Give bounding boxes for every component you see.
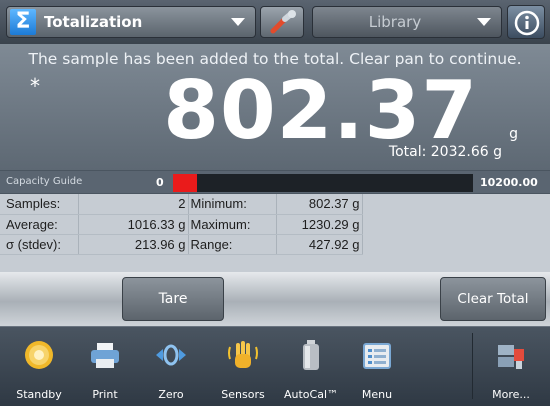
nav-label: Standby	[16, 388, 62, 401]
chevron-down-icon	[231, 18, 245, 26]
menu-icon	[363, 343, 391, 369]
nav-more-button[interactable]: More...	[478, 327, 544, 406]
table-row: Samples: 2 Minimum: 802.37 g	[0, 194, 363, 215]
nav-label: Menu	[361, 388, 393, 401]
standby-icon	[25, 341, 53, 369]
nav-menu-button[interactable]: Menu	[344, 327, 410, 406]
library-selector[interactable]: Library	[312, 6, 502, 38]
nav-label: Zero	[158, 388, 184, 401]
stat-label: Average:	[0, 214, 79, 235]
nav-label: More...	[492, 388, 530, 401]
library-label: Library	[368, 13, 422, 31]
info-button[interactable]	[507, 5, 545, 39]
application-selector[interactable]: Σ Totalization	[6, 6, 256, 38]
printer-icon	[91, 343, 119, 368]
capacity-guide: Capacity Guide 0 10200.00	[0, 170, 550, 194]
stat-value: 802.37 g	[276, 194, 363, 215]
nav-zero-button[interactable]: Zero	[138, 327, 204, 406]
table-row: σ (stdev): 213.96 g Range: 427.92 g	[0, 234, 363, 255]
top-bar: Σ Totalization Library	[0, 0, 550, 44]
nav-label: AutoCal™	[283, 388, 339, 401]
capacity-bar-fill	[173, 174, 197, 192]
weight-icon	[303, 340, 319, 370]
capacity-guide-label: Capacity Guide	[6, 176, 83, 187]
stat-label: σ (stdev):	[0, 234, 79, 255]
stat-label: Minimum:	[188, 194, 277, 215]
nav-label: Print	[92, 388, 118, 401]
clear-total-button[interactable]: Clear Total	[440, 277, 546, 321]
weighing-display: The sample has been added to the total. …	[0, 44, 550, 170]
table-row: Average: 1016.33 g Maximum: 1230.29 g	[0, 214, 363, 235]
stat-label: Samples:	[0, 194, 79, 215]
statistics-table: Samples: 2 Minimum: 802.37 g Average: 10…	[0, 194, 363, 255]
zero-icon	[156, 344, 186, 366]
stat-value: 213.96 g	[78, 234, 189, 255]
stat-value: 1230.29 g	[276, 214, 363, 235]
action-bar: Tare Clear Total	[0, 272, 550, 326]
stat-value: 427.92 g	[276, 234, 363, 255]
total-readout: Total: 2032.66 g	[388, 144, 502, 160]
tare-button[interactable]: Tare	[122, 277, 224, 321]
nav-sensors-button[interactable]: Sensors	[210, 327, 276, 406]
statistics-panel: Samples: 2 Minimum: 802.37 g Average: 10…	[0, 194, 550, 272]
stable-indicator: *	[30, 74, 40, 98]
stat-value: 2	[78, 194, 189, 215]
chevron-down-icon	[477, 18, 491, 26]
weight-unit: g	[509, 126, 518, 142]
info-icon	[514, 10, 540, 36]
bottom-nav: Standby Print Zero Sensors AutoCal™ Menu…	[0, 326, 550, 406]
wrench-icon	[270, 10, 296, 34]
nav-autocal-button[interactable]: AutoCal™	[278, 327, 344, 406]
more-icon	[498, 345, 524, 369]
application-label: Totalization	[44, 13, 143, 31]
sigma-icon: Σ	[10, 9, 36, 35]
nav-standby-button[interactable]: Standby	[6, 327, 72, 406]
nav-print-button[interactable]: Print	[72, 327, 138, 406]
capacity-max: 10200.00	[480, 176, 538, 189]
nav-divider	[472, 333, 473, 399]
stat-label: Maximum:	[188, 214, 277, 235]
nav-label: Sensors	[221, 388, 265, 401]
capacity-bar	[173, 174, 473, 192]
weight-reading: 802.37	[163, 64, 478, 157]
stat-value: 1016.33 g	[78, 214, 189, 235]
capacity-min: 0	[156, 176, 164, 189]
stat-label: Range:	[188, 234, 277, 255]
hand-sensor-icon	[228, 341, 258, 368]
settings-button[interactable]	[260, 6, 304, 38]
